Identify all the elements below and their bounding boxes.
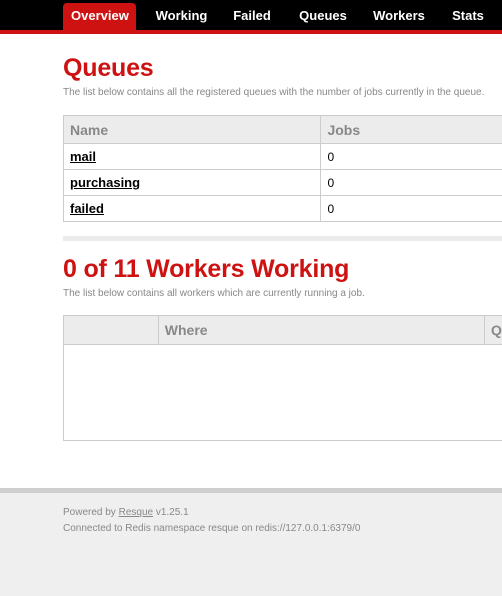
redis-connection-text: Connected to Redis namespace resque on r… [63,523,361,534]
workers-table: Where Queue [63,315,502,441]
section-divider [63,236,502,241]
workers-title: 0 of 11 Workers Working [63,255,350,283]
table-row: mail 0 [62,143,502,170]
queues-table: Name Jobs mail 0 purchasing 0 failed 0 [62,115,502,222]
column-header-queue: Queue [484,315,502,345]
table-row: failed 0 [62,195,502,222]
tab-overview[interactable]: Overview [63,3,136,30]
workers-description: The list below contains all workers whic… [63,288,365,299]
queue-link-purchasing[interactable]: purchasing [70,175,140,190]
queue-name-cell: failed [62,195,322,222]
top-navigation: Overview Working Failed Queues Workers S… [0,0,502,34]
queue-link-failed[interactable]: failed [70,201,104,216]
queue-name-cell: purchasing [62,169,322,196]
queues-table-header: Name Jobs [62,115,502,144]
powered-by-text: Powered by Resque v1.25.1 [63,507,189,518]
workers-empty-body [63,344,502,441]
tab-failed[interactable]: Failed [229,0,275,30]
resque-link[interactable]: Resque [119,507,153,518]
queue-link-mail[interactable]: mail [70,149,96,164]
column-header-name: Name [62,115,322,144]
table-row: purchasing 0 [62,169,502,196]
queue-name-cell: mail [62,143,322,170]
tab-working[interactable]: Working [150,0,213,30]
queue-jobs-cell: 0 [320,143,502,170]
tab-stats[interactable]: Stats [447,0,489,30]
powered-prefix: Powered by [63,507,119,518]
column-header-jobs: Jobs [320,115,502,144]
footer: Powered by Resque v1.25.1 Connected to R… [0,488,502,596]
queues-title: Queues [63,54,154,82]
empty-cell [63,344,502,441]
version-text: v1.25.1 [153,507,189,518]
column-header-where: Where [157,315,486,345]
queues-description: The list below contains all the register… [63,87,485,98]
queue-jobs-cell: 0 [320,169,502,196]
column-header-blank [63,315,159,345]
workers-table-header: Where Queue [63,315,502,345]
queue-jobs-cell: 0 [320,195,502,222]
tab-workers[interactable]: Workers [369,0,429,30]
tab-queues[interactable]: Queues [293,0,353,30]
